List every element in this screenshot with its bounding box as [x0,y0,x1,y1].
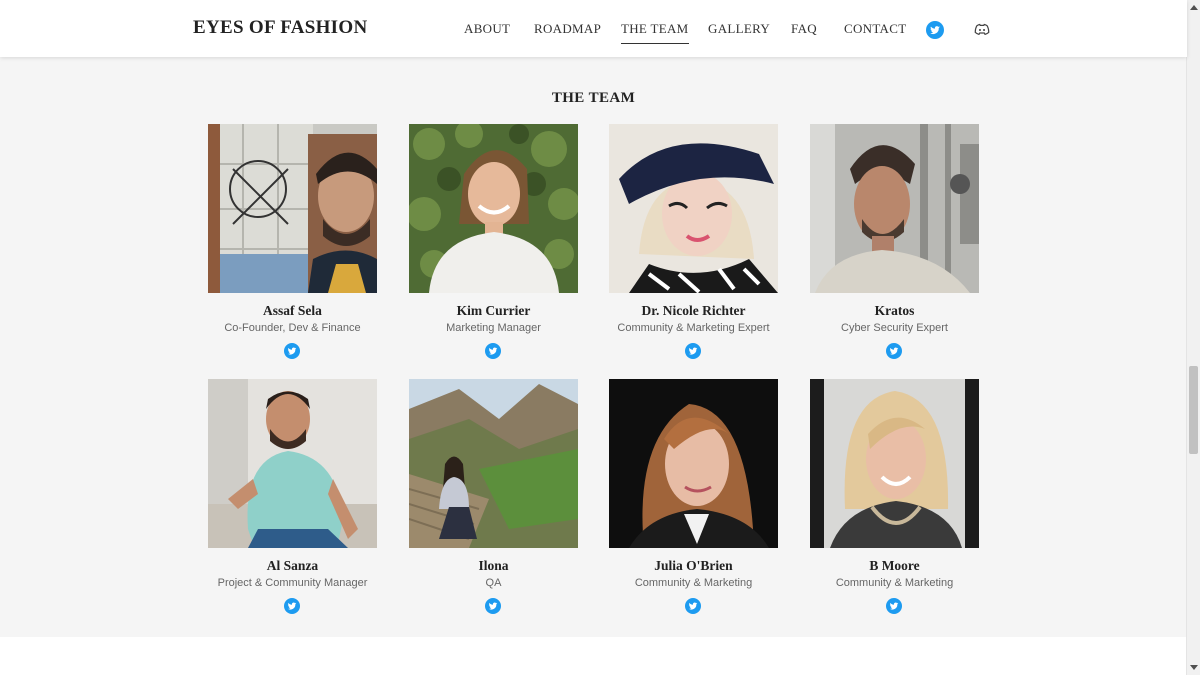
scroll-down-arrow-icon[interactable] [1190,665,1198,670]
member-name: Kim Currier [456,303,531,318]
site-header: EYES OF FASHION ABOUT ROADMAP THE TEAM G… [0,0,1187,57]
nav-the-team[interactable]: THE TEAM [621,21,689,44]
member-photo [409,379,578,548]
twitter-icon[interactable] [284,598,300,614]
member-role: QA [485,577,502,589]
discord-icon[interactable] [973,21,991,39]
nav-faq[interactable]: FAQ [791,21,817,37]
member-photo [810,124,979,293]
twitter-icon[interactable] [685,343,701,359]
member-photo [208,379,377,548]
twitter-icon[interactable] [886,598,902,614]
member-name: Al Sanza [266,558,319,573]
twitter-icon[interactable] [685,598,701,614]
member-name: Assaf Sela [263,303,322,318]
nav-roadmap[interactable]: ROADMAP [534,21,601,37]
twitter-icon[interactable] [886,343,902,359]
member-role: Cyber Security Expert [841,322,948,334]
member-name: Julia O'Brien [654,558,733,573]
member-role: Marketing Manager [446,322,541,334]
scroll-up-arrow-icon[interactable] [1190,5,1198,10]
member-role: Project & Community Manager [217,577,368,589]
member-role: Community & Marketing Expert [617,322,770,334]
nav-gallery[interactable]: GALLERY [708,21,770,37]
member-photo [208,124,377,293]
member-photo [409,124,578,293]
member-role: Co-Founder, Dev & Finance [224,322,361,334]
team-section-title: THE TEAM [551,90,636,106]
member-role: Community & Marketing [835,577,954,589]
twitter-icon[interactable] [485,343,501,359]
member-photo [810,379,979,548]
member-photo [609,124,778,293]
nav-contact[interactable]: CONTACT [844,21,906,37]
member-name: Dr. Nicole Richter [641,303,746,318]
member-photo [609,379,778,548]
scroll-thumb[interactable] [1189,366,1198,454]
twitter-icon[interactable] [485,598,501,614]
member-name: Ilona [478,558,509,573]
member-name: B Moore [869,558,920,573]
member-role: Community & Marketing [634,577,753,589]
twitter-icon[interactable] [926,21,944,39]
site-logo[interactable]: EYES OF FASHION [193,17,367,39]
member-name: Kratos [874,303,915,318]
page-scrollbar[interactable] [1186,0,1200,675]
next-section [0,637,1187,675]
nav-about[interactable]: ABOUT [464,21,510,37]
twitter-icon[interactable] [284,343,300,359]
